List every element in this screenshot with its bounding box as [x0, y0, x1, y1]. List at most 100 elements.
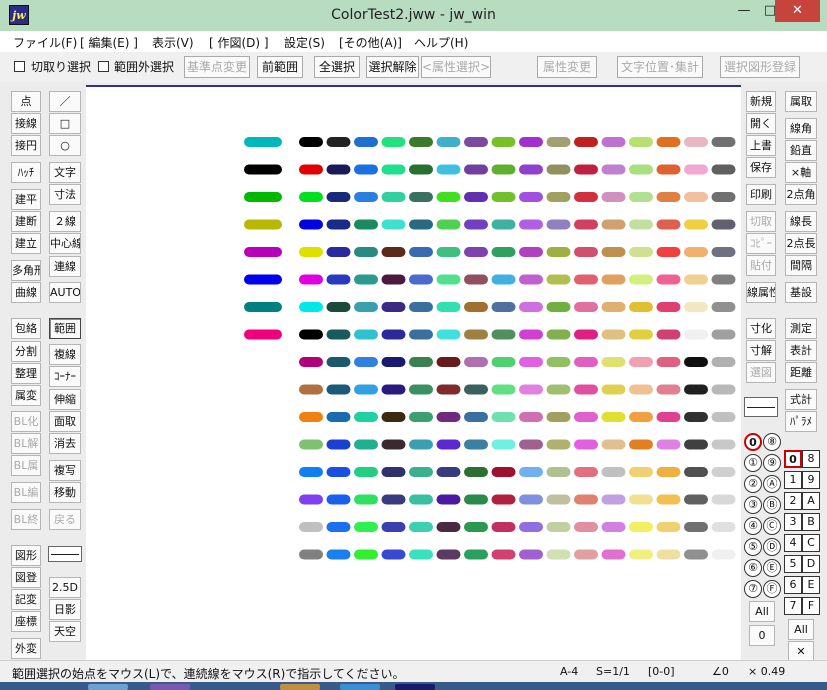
new-file-button[interactable]: 新規 — [746, 91, 776, 112]
plan-button[interactable]: 建平 — [11, 189, 41, 210]
continuous-line-button[interactable]: 連線 — [49, 256, 81, 277]
layer-all-button[interactable]: All — [788, 619, 814, 640]
layer-2[interactable]: 2 — [784, 492, 802, 510]
line-color-sample[interactable] — [744, 397, 778, 417]
layer-c[interactable]: C — [802, 534, 820, 552]
double-line-button[interactable]: ２線 — [49, 211, 81, 232]
layer-group-b[interactable]: Ⓑ — [763, 496, 781, 514]
menu-file[interactable]: ファイル(F) — [13, 34, 77, 51]
range-button[interactable]: 範囲 — [49, 318, 81, 339]
envelope-button[interactable]: 包絡 — [11, 318, 41, 339]
layer-f[interactable]: F — [802, 597, 820, 615]
parameter-button[interactable]: ﾊﾟﾗﾒ — [785, 411, 817, 432]
formula-calc-button[interactable]: 式計 — [785, 389, 817, 410]
undo-button[interactable]: 戻る — [49, 509, 81, 530]
layer-group-5[interactable]: ⑤ — [744, 538, 762, 556]
layer-0[interactable]: 0 — [784, 450, 802, 468]
layer-6[interactable]: 6 — [784, 576, 802, 594]
line-type-selector[interactable] — [48, 546, 82, 562]
deselect-button[interactable]: 選択解除 — [366, 56, 419, 78]
overwrite-button[interactable]: 上書 — [746, 135, 776, 156]
two-point-length-button[interactable]: 2点長 — [785, 233, 817, 254]
line-angle-button[interactable]: 線角 — [785, 118, 817, 139]
shape-button[interactable]: 図形 — [11, 545, 41, 566]
layer-group-0[interactable]: 0 — [744, 433, 762, 451]
divide-button[interactable]: 分割 — [11, 341, 41, 362]
layer-8[interactable]: 8 — [802, 450, 820, 468]
layer-group-all-button[interactable]: All — [749, 601, 775, 622]
select-shape-button[interactable]: 選図 — [746, 362, 776, 383]
section-button[interactable]: 建断 — [11, 211, 41, 232]
center-line-button[interactable]: 中心線 — [49, 233, 81, 254]
layer-3[interactable]: 3 — [784, 513, 802, 531]
layer-close-button[interactable]: ✕ — [788, 641, 814, 662]
layer-4[interactable]: 4 — [784, 534, 802, 552]
save-button[interactable]: 保存 — [746, 157, 776, 178]
taskbar-item-folder[interactable] — [280, 684, 320, 690]
menu-settings[interactable]: 設定(S) — [284, 34, 325, 51]
interval-button[interactable]: 間隔 — [785, 255, 817, 276]
copy-button[interactable]: ｺﾋﾟｰ — [746, 233, 776, 254]
taskbar-item-app[interactable] — [150, 684, 190, 690]
taskbar-item-browser[interactable] — [340, 684, 380, 690]
layer-group-7[interactable]: ⑦ — [744, 580, 762, 598]
minimize-button[interactable]: — — [731, 0, 757, 22]
layer-group-9[interactable]: ⑨ — [763, 454, 781, 472]
shape-register-button[interactable]: 図登 — [11, 567, 41, 588]
two-point-angle-button[interactable]: 2点角 — [785, 184, 817, 205]
polygon-button[interactable]: 多角形 — [11, 260, 41, 281]
elevation-button[interactable]: 建立 — [11, 233, 41, 254]
organize-button[interactable]: 整理 — [11, 363, 41, 384]
menu-draw[interactable]: [ 作図(D) ] — [209, 34, 269, 51]
previous-range-button[interactable]: 前範囲 — [257, 56, 303, 78]
layer-group-4[interactable]: ④ — [744, 517, 762, 535]
layer-group-3[interactable]: ③ — [744, 496, 762, 514]
distance-button[interactable]: 距離 — [785, 362, 817, 383]
sun-shadow-button[interactable]: 日影 — [49, 599, 81, 620]
layer-group-2[interactable]: ② — [744, 475, 762, 493]
menu-edit[interactable]: [ 編集(E) ] — [80, 34, 138, 51]
text-position-button[interactable]: 文字位置･集計 — [617, 56, 703, 78]
rectangle-tool-button[interactable]: □ — [49, 113, 81, 134]
menu-view[interactable]: 表示(V) — [152, 34, 194, 51]
layer-group-6[interactable]: ⑥ — [744, 559, 762, 577]
point-button[interactable]: 点 — [11, 91, 41, 112]
base-point-change-button[interactable]: 基準点変更 — [184, 56, 250, 78]
attribute-get-button[interactable]: 属取 — [785, 91, 817, 112]
layer-group-e[interactable]: Ⓔ — [763, 559, 781, 577]
layer-b[interactable]: B — [802, 513, 820, 531]
copy-line-button[interactable]: 複線 — [49, 344, 81, 365]
drawing-canvas[interactable] — [86, 85, 741, 660]
vertical-button[interactable]: 鉛直 — [785, 140, 817, 161]
layer-1[interactable]: 1 — [784, 471, 802, 489]
layer-group-zero-button[interactable]: 0 — [749, 625, 775, 646]
coordinate-button[interactable]: 座標 — [11, 611, 41, 632]
hatch-button[interactable]: ﾊｯﾁ — [11, 162, 41, 183]
paste-button[interactable]: 貼付 — [746, 255, 776, 276]
layer-group-a[interactable]: Ⓐ — [763, 475, 781, 493]
angle-readout[interactable]: ∠0 — [712, 665, 729, 678]
attribute-modify-button[interactable]: 属変 — [11, 385, 41, 406]
base-settings-button[interactable]: 基設 — [785, 282, 817, 303]
layer-9[interactable]: 9 — [802, 471, 820, 489]
dimension-make-button[interactable]: 寸化 — [746, 318, 776, 339]
layer-d[interactable]: D — [802, 555, 820, 573]
chamfer-button[interactable]: 面取 — [49, 411, 81, 432]
layer-7[interactable]: 7 — [784, 597, 802, 615]
layer-group-8[interactable]: ⑧ — [763, 433, 781, 451]
menu-other[interactable]: [その他(A)] — [339, 34, 402, 51]
tangent-circle-button[interactable]: 接円 — [11, 135, 41, 156]
select-all-button[interactable]: 全選択 — [314, 56, 360, 78]
duplicate-button[interactable]: 複写 — [49, 460, 81, 481]
curve-button[interactable]: 曲線 — [11, 282, 41, 303]
block-edit-button[interactable]: BL編 — [11, 482, 41, 503]
layer-readout[interactable]: [0-0] — [648, 665, 675, 678]
move-button[interactable]: 移動 — [49, 482, 81, 503]
menu-help[interactable]: ヘルプ(H) — [414, 34, 468, 51]
open-file-button[interactable]: 開く — [746, 113, 776, 134]
paper-size[interactable]: A-4 — [560, 665, 578, 678]
2-5d-button[interactable]: 2.5D — [49, 577, 81, 598]
block-end-button[interactable]: BL終 — [11, 509, 41, 530]
block-make-button[interactable]: BL化 — [11, 411, 41, 432]
block-release-button[interactable]: BL解 — [11, 433, 41, 454]
